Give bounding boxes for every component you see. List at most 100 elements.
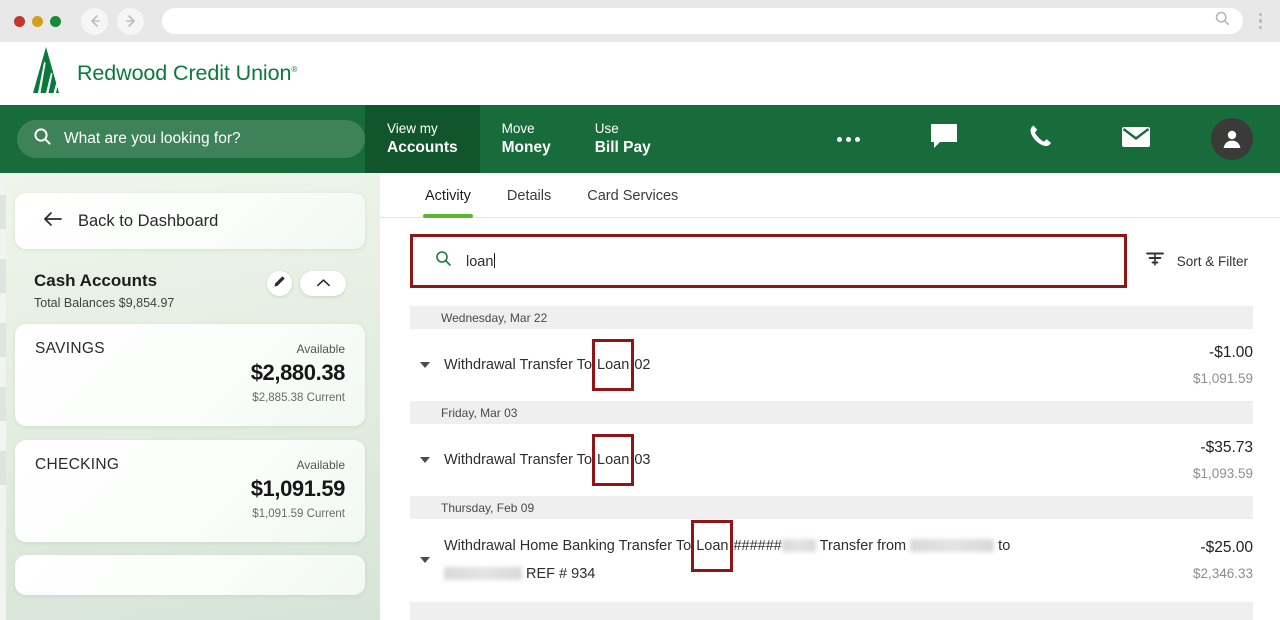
transaction-amounts: -$1.00 $1,091.59	[1123, 344, 1253, 386]
url-input[interactable]	[162, 8, 1243, 34]
kebab-menu-icon[interactable]	[1258, 12, 1267, 30]
transaction-amounts: -$25.00 $2,346.33	[1123, 539, 1253, 581]
nav-tab-line2: Bill Pay	[594, 138, 651, 156]
chat-button[interactable]	[896, 105, 992, 173]
nav-tab-view-my-accounts[interactable]: View my Accounts	[365, 105, 480, 173]
edit-accounts-button[interactable]	[267, 271, 292, 296]
nav-tab-move-money[interactable]: Move Money	[480, 105, 573, 173]
site-search-input[interactable]: What are you looking for?	[17, 120, 365, 158]
tab-details[interactable]: Details	[489, 173, 569, 218]
phone-button[interactable]	[992, 105, 1088, 173]
cash-accounts-header: Cash Accounts Total Balances $9,854.97	[15, 271, 365, 310]
account-balances: Available $2,880.38 $2,885.38 Current	[250, 340, 346, 426]
caret-down-icon[interactable]	[416, 362, 434, 368]
transaction-description: Withdrawal Home Banking Transfer To Loan…	[434, 519, 1123, 589]
redwood-tree-logo-icon	[32, 47, 66, 100]
primary-navigation: What are you looking for? View my Accoun…	[0, 105, 1280, 173]
accounts-sidebar: Back to Dashboard Cash Accounts Total Ba…	[0, 173, 380, 620]
text-cursor	[494, 252, 496, 268]
user-avatar-icon	[1211, 118, 1253, 160]
available-amount: $2,880.38	[250, 360, 346, 385]
transaction-description: Withdrawal Transfer To Loan 03	[434, 433, 1123, 487]
transaction-amounts: -$35.73 $1,093.59	[1123, 439, 1253, 481]
transaction-row[interactable]: Withdrawal Transfer To Loan 02 -$1.00 $1…	[410, 329, 1253, 401]
account-card-savings[interactable]: SAVINGS Available $2,880.38 $2,885.38 Cu…	[15, 324, 365, 426]
transaction-amount: -$35.73	[1200, 439, 1253, 456]
account-menu-button[interactable]	[1184, 105, 1280, 173]
brand-name: Redwood Credit Union®	[77, 61, 298, 85]
activity-search-row: loan Sort & Filter	[380, 218, 1280, 288]
account-name: CHECKING	[35, 456, 120, 473]
brand-logo[interactable]: Redwood Credit Union®	[32, 47, 297, 100]
maximize-window-button[interactable]	[50, 15, 61, 27]
search-icon	[435, 250, 452, 272]
transaction-amount: -$25.00	[1200, 539, 1253, 557]
tab-card-services[interactable]: Card Services	[569, 173, 696, 218]
trademark-mark: ®	[291, 64, 298, 74]
browser-navigation[interactable]	[81, 7, 144, 35]
search-match-highlight: Loan	[691, 519, 734, 573]
account-card-checking[interactable]: CHECKING Available $1,091.59 $1,091.59 C…	[15, 440, 365, 542]
caret-down-icon[interactable]	[416, 557, 434, 564]
nav-tab-line1: Use	[594, 121, 619, 137]
search-match-highlight: Loan	[592, 433, 635, 487]
back-to-dashboard-button[interactable]: Back to Dashboard	[15, 193, 365, 249]
transaction-list: Wednesday, Mar 22 Withdrawal Transfer To…	[380, 306, 1280, 620]
search-icon	[33, 127, 52, 151]
mail-button[interactable]	[1088, 105, 1184, 173]
chat-bubble-icon	[929, 123, 959, 155]
total-balances-label: Total Balances $9,854.97	[34, 296, 175, 310]
nav-tab-line1: Move	[501, 121, 535, 137]
date-header-partial	[410, 601, 1253, 620]
forward-icon[interactable]	[117, 7, 144, 35]
filter-icon	[1145, 250, 1165, 272]
nav-tab-line1: View my	[387, 121, 438, 137]
transaction-amount: -$1.00	[1209, 344, 1253, 361]
back-icon[interactable]	[81, 7, 108, 35]
nav-tab-use-bill-pay[interactable]: Use Bill Pay	[573, 105, 673, 173]
arrow-left-icon	[43, 211, 63, 232]
browser-chrome	[0, 0, 1280, 42]
current-amount: $2,885.38 Current	[252, 392, 345, 404]
transaction-row[interactable]: Withdrawal Home Banking Transfer To Loan…	[410, 519, 1253, 602]
current-amount: $1,091.59 Current	[252, 508, 345, 520]
pencil-icon	[273, 275, 286, 293]
nav-tab-line2: Money	[501, 138, 551, 156]
sort-and-filter-button[interactable]: Sort & Filter	[1145, 250, 1253, 272]
account-name: SAVINGS	[35, 340, 105, 357]
phone-icon	[1027, 123, 1054, 155]
collapse-accounts-button[interactable]	[300, 271, 346, 296]
tab-activity[interactable]: Activity	[407, 173, 489, 218]
account-card-next-partial[interactable]	[15, 555, 365, 595]
url-search-icon	[1214, 10, 1231, 32]
transaction-search-input[interactable]: loan	[410, 234, 1127, 288]
available-label: Available	[296, 458, 345, 472]
chevron-up-icon	[316, 275, 331, 293]
tab-label: Activity	[425, 187, 471, 204]
minimize-window-button[interactable]	[32, 15, 43, 27]
date-header: Thursday, Feb 09	[410, 496, 1253, 519]
site-search-placeholder: What are you looking for?	[64, 130, 241, 147]
close-window-button[interactable]	[14, 15, 25, 27]
date-header: Wednesday, Mar 22	[410, 306, 1253, 329]
date-header: Friday, Mar 03	[410, 401, 1253, 424]
more-menu-button[interactable]	[800, 105, 896, 173]
sidebar-scrollbar[interactable]	[0, 173, 6, 620]
tab-label: Details	[506, 187, 552, 204]
available-amount: $1,091.59	[250, 476, 346, 501]
running-balance: $1,091.59	[1192, 371, 1253, 386]
site-header: Redwood Credit Union®	[0, 42, 1280, 105]
cash-accounts-actions	[267, 271, 346, 296]
transaction-description: Withdrawal Transfer To Loan 02	[434, 338, 1123, 392]
running-balance: $1,093.59	[1192, 466, 1253, 481]
running-balance: $2,346.33	[1192, 566, 1253, 582]
activity-tabs: Activity Details Card Services	[380, 173, 1280, 218]
nav-icon-group	[800, 105, 1280, 173]
available-label: Available	[296, 342, 345, 356]
cash-accounts-title: Cash Accounts	[34, 271, 158, 290]
window-traffic-lights[interactable]	[14, 15, 61, 27]
back-to-dashboard-label: Back to Dashboard	[78, 211, 219, 230]
envelope-icon	[1121, 125, 1151, 154]
caret-down-icon[interactable]	[416, 457, 434, 463]
transaction-row[interactable]: Withdrawal Transfer To Loan 03 -$35.73 $…	[410, 424, 1253, 496]
